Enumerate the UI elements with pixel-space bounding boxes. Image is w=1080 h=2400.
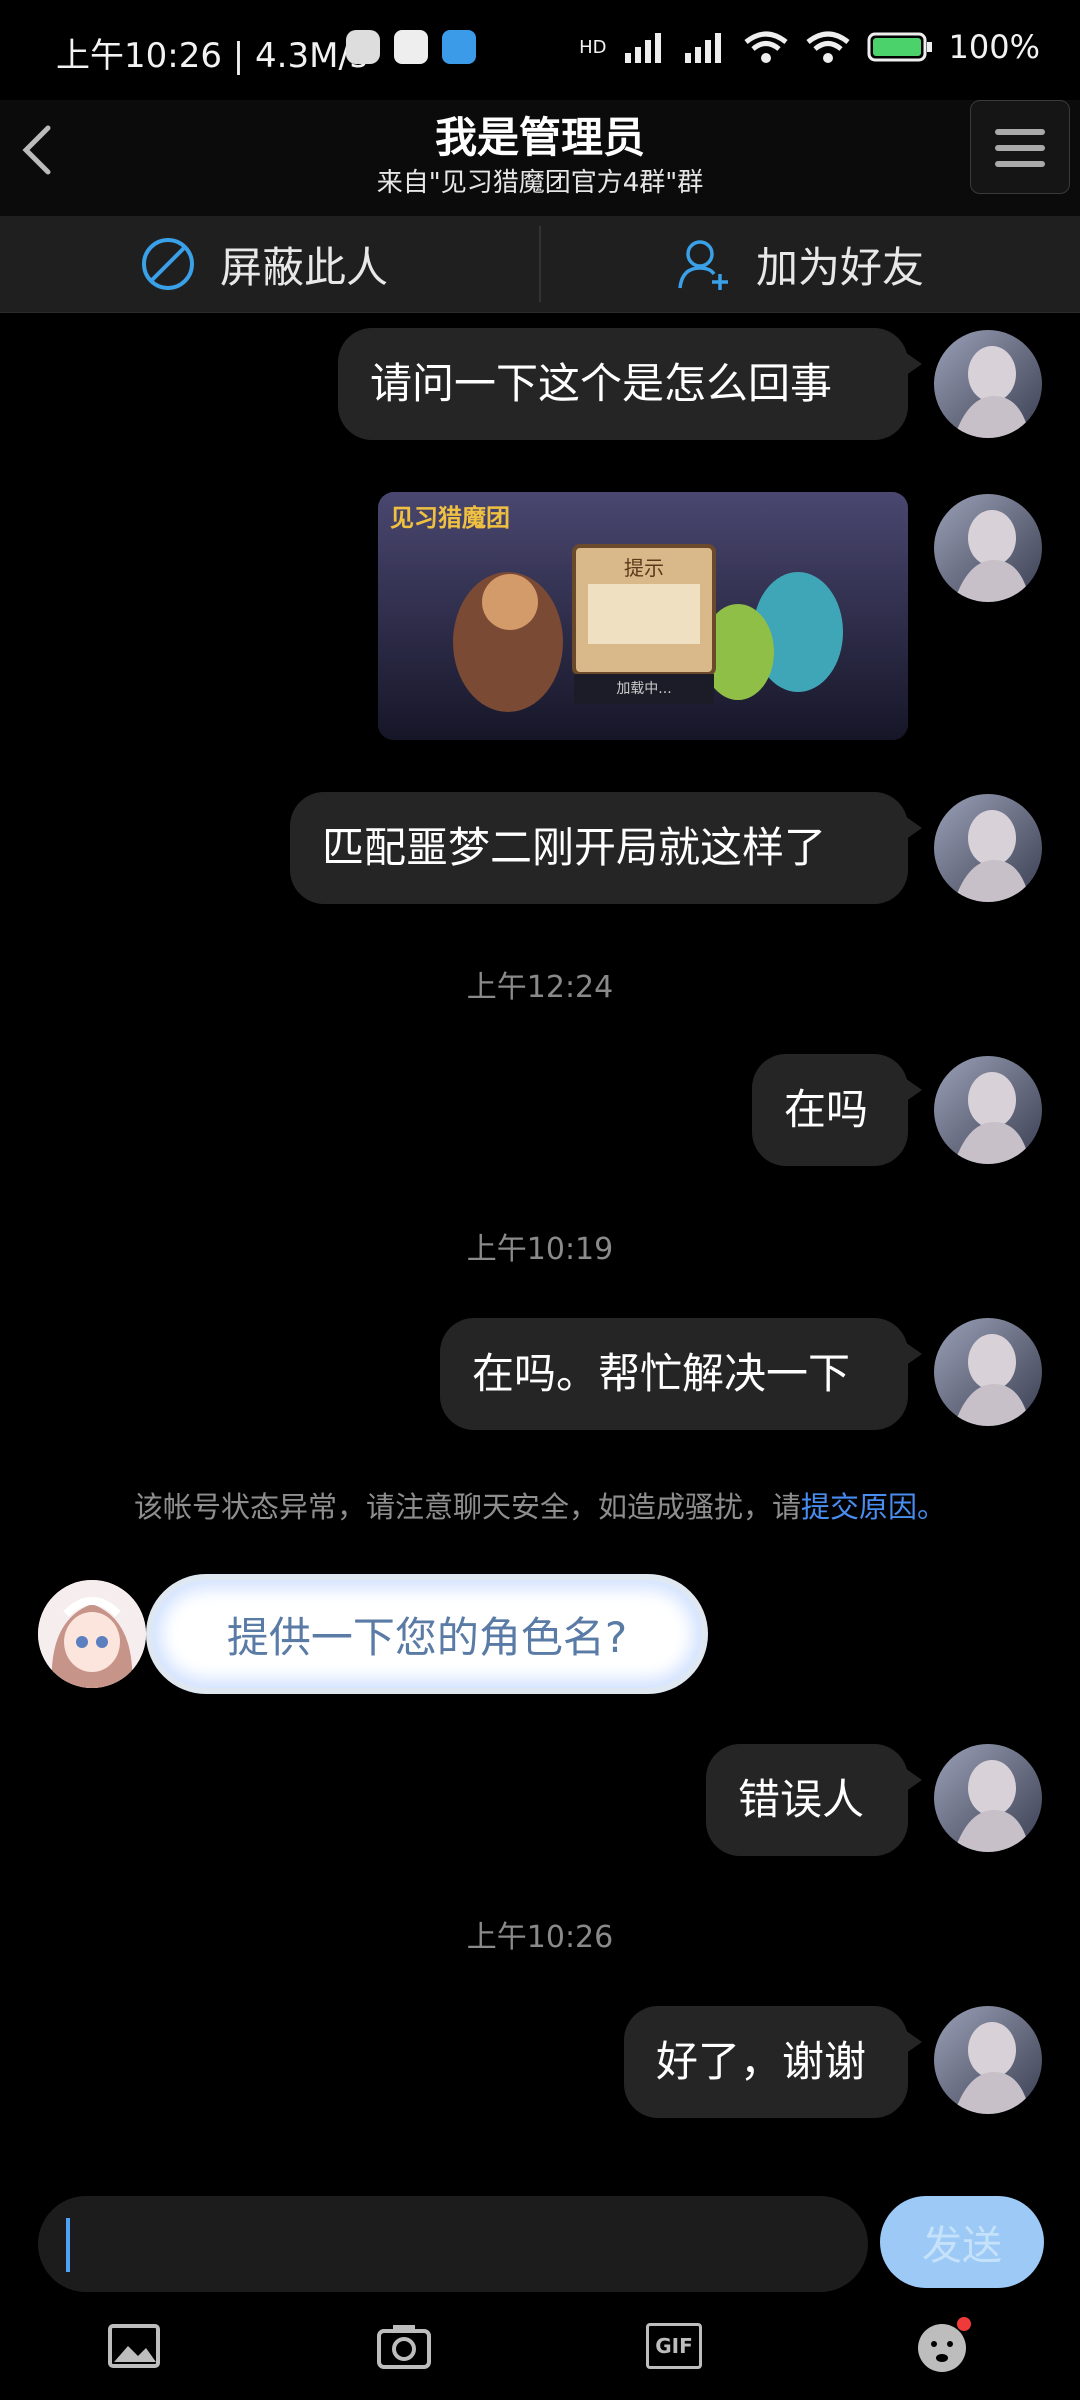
admin-message-text: 提供一下您的角色名?: [226, 1612, 628, 1662]
user-avatar-image: [934, 330, 1042, 438]
submit-reason-link[interactable]: 提交原因。: [801, 1490, 946, 1524]
status-bar: 上午10:26 | 4.3M/s HD 100%: [0, 0, 1080, 100]
chat-subtitle: 来自"见习猎魔团官方4群"群: [376, 168, 704, 198]
message-bubble[interactable]: 在吗: [752, 1054, 922, 1166]
status-right: HD 100%: [579, 28, 1040, 66]
wifi-icon: [743, 31, 788, 63]
game-logo-text: 见习猎魔团: [390, 504, 510, 532]
account-warning-notice: 该帐号状态异常，请注意聊天安全，如造成骚扰，请提交原因。: [0, 1484, 1080, 1526]
message-bubble[interactable]: 错误人: [706, 1744, 922, 1856]
block-label: 屏蔽此人: [220, 242, 389, 292]
user-avatar-image: [934, 1318, 1042, 1426]
app-notification-icon: [346, 30, 380, 64]
user-avatar-image: [934, 494, 1042, 602]
send-button[interactable]: 发送: [880, 2196, 1044, 2288]
message-input[interactable]: [38, 2196, 868, 2292]
app-notification-icon: [394, 30, 428, 64]
battery-icon: [867, 32, 932, 62]
add-friend-button[interactable]: 加为好友: [676, 216, 924, 312]
user-avatar-image: [934, 1056, 1042, 1164]
image-message[interactable]: 见习猎魔团 提示 加载中...: [378, 492, 908, 740]
image-icon: [108, 2324, 160, 2368]
message-bubble[interactable]: 在吗。帮忙解决一下: [440, 1318, 922, 1430]
status-time: 上午10:26 | 4.3M/s: [56, 36, 368, 76]
battery-percent: 100%: [948, 28, 1040, 66]
image-picker-button[interactable]: [104, 2316, 164, 2376]
timestamp: 上午10:19: [466, 1232, 614, 1267]
admin-avatar[interactable]: [38, 1580, 146, 1688]
text-caret: [66, 2218, 70, 2272]
timestamp: 上午12:24: [466, 970, 614, 1005]
menu-icon-line: [995, 129, 1045, 135]
avatar[interactable]: [934, 2006, 1042, 2114]
user-avatar-image: [934, 2006, 1042, 2114]
hd-label: HD: [579, 36, 607, 58]
menu-icon-line: [995, 145, 1045, 151]
signal-icon: [684, 33, 721, 63]
avatar[interactable]: [934, 330, 1042, 438]
menu-button[interactable]: [970, 100, 1070, 194]
camera-icon: [377, 2325, 431, 2369]
block-icon: [142, 238, 194, 290]
app-notification-icon: [442, 30, 476, 64]
game-loading-text: 加载中...: [616, 681, 672, 697]
gif-icon: GIF: [646, 2323, 702, 2369]
signal-icon: [624, 33, 661, 63]
admin-message-bubble[interactable]: 提供一下您的角色名?: [152, 1580, 702, 1688]
chat-title: 我是管理员: [434, 113, 645, 162]
game-dialog-title: 提示: [624, 556, 664, 580]
avatar[interactable]: [934, 794, 1042, 902]
block-user-button[interactable]: 屏蔽此人: [140, 216, 388, 312]
emoji-button[interactable]: [914, 2316, 974, 2376]
menu-icon-line: [995, 161, 1045, 167]
avatar[interactable]: [934, 494, 1042, 602]
add-friend-icon: [678, 240, 728, 290]
action-divider: [539, 226, 541, 302]
message-bubble[interactable]: 请问一下这个是怎么回事: [338, 328, 922, 440]
emoji-icon: [918, 2317, 971, 2372]
message-bubble[interactable]: 好了，谢谢: [624, 2006, 922, 2118]
avatar[interactable]: [934, 1744, 1042, 1852]
anime-avatar-image: [38, 1580, 146, 1688]
user-avatar-image: [934, 794, 1042, 902]
add-friend-label: 加为好友: [756, 242, 925, 292]
timestamp: 上午10:26: [466, 1920, 614, 1955]
gif-button[interactable]: GIF: [644, 2316, 704, 2376]
user-avatar-image: [934, 1744, 1042, 1852]
avatar[interactable]: [934, 1318, 1042, 1426]
camera-button[interactable]: [374, 2316, 434, 2376]
notice-text: 该帐号状态异常，请注意聊天安全，如造成骚扰，请: [133, 1490, 801, 1524]
message-bubble[interactable]: 匹配噩梦二刚开局就这样了: [290, 792, 922, 904]
wifi-icon: [805, 31, 850, 63]
status-app-icons: [346, 30, 476, 64]
avatar[interactable]: [934, 1056, 1042, 1164]
